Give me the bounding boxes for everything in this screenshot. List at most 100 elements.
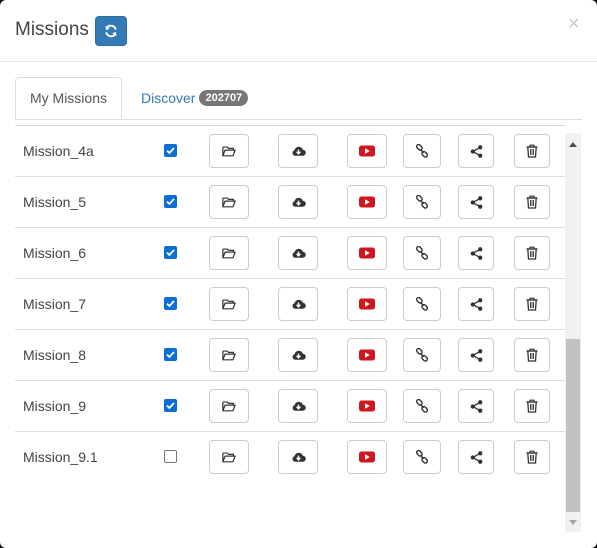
youtube-icon — [359, 247, 375, 259]
open-mission-button[interactable] — [209, 389, 249, 423]
cloud-download-icon — [291, 451, 306, 463]
mission-select-checkbox[interactable] — [164, 297, 177, 310]
delete-mission-button[interactable] — [514, 287, 550, 321]
download-mission-button[interactable] — [278, 440, 318, 474]
tab-bar: My Missions Discover 202707 — [15, 77, 582, 120]
link-icon — [415, 399, 429, 413]
copy-link-button[interactable] — [403, 134, 441, 168]
share-icon — [470, 450, 483, 464]
youtube-button[interactable] — [347, 440, 387, 474]
scroll-up-arrow[interactable] — [569, 142, 577, 147]
missions-modal: Missions × My Missions Discover 202707 M… — [0, 0, 597, 548]
open-mission-button[interactable] — [209, 440, 249, 474]
trash-icon — [526, 144, 538, 158]
delete-mission-button[interactable] — [514, 185, 550, 219]
download-mission-button[interactable] — [278, 287, 318, 321]
download-mission-button[interactable] — [278, 236, 318, 270]
copy-link-button[interactable] — [403, 389, 441, 423]
share-mission-button[interactable] — [458, 134, 494, 168]
delete-mission-button[interactable] — [514, 134, 550, 168]
open-mission-button[interactable] — [209, 185, 249, 219]
trash-icon — [526, 246, 538, 260]
discover-count-badge: 202707 — [199, 90, 249, 106]
youtube-icon — [359, 400, 375, 412]
trash-icon — [526, 399, 538, 413]
share-icon — [470, 144, 483, 158]
download-mission-button[interactable] — [278, 389, 318, 423]
mission-select-checkbox[interactable] — [164, 348, 177, 361]
folder-open-icon — [222, 451, 236, 463]
mission-row: Mission_6 — [15, 227, 565, 278]
mission-select-checkbox[interactable] — [164, 399, 177, 412]
cloud-download-icon — [291, 145, 306, 157]
folder-open-icon — [222, 247, 236, 259]
copy-link-button[interactable] — [403, 185, 441, 219]
copy-link-button[interactable] — [403, 440, 441, 474]
open-mission-button[interactable] — [209, 338, 249, 372]
share-mission-button[interactable] — [458, 440, 494, 474]
tab-my-missions[interactable]: My Missions — [15, 77, 122, 119]
cloud-download-icon — [291, 349, 306, 361]
share-mission-button[interactable] — [458, 236, 494, 270]
mission-select-checkbox[interactable] — [164, 195, 177, 208]
refresh-button[interactable] — [95, 16, 127, 46]
copy-link-button[interactable] — [403, 338, 441, 372]
delete-mission-button[interactable] — [514, 338, 550, 372]
mission-row: Mission_8 — [15, 329, 565, 380]
mission-name: Mission_5 — [23, 194, 87, 210]
download-mission-button[interactable] — [278, 338, 318, 372]
link-icon — [415, 195, 429, 209]
youtube-icon — [359, 451, 375, 463]
mission-list: Mission_4Mission_4aMission_5Mission_6Mis… — [15, 119, 565, 482]
share-mission-button[interactable] — [458, 185, 494, 219]
mission-select-checkbox[interactable] — [164, 144, 177, 157]
delete-mission-button[interactable] — [514, 440, 550, 474]
modal-title: Missions — [15, 19, 89, 40]
youtube-button[interactable] — [347, 236, 387, 270]
mission-select-checkbox[interactable] — [164, 450, 177, 463]
cloud-download-icon — [291, 298, 306, 310]
open-mission-button[interactable] — [209, 287, 249, 321]
mission-name: Mission_9 — [23, 398, 87, 414]
scroll-down-arrow[interactable] — [569, 520, 577, 525]
copy-link-button[interactable] — [403, 287, 441, 321]
open-mission-button[interactable] — [209, 134, 249, 168]
mission-row: Mission_4a — [15, 125, 565, 176]
mission-row: Mission_5 — [15, 176, 565, 227]
delete-mission-button[interactable] — [514, 236, 550, 270]
youtube-button[interactable] — [347, 287, 387, 321]
youtube-icon — [359, 349, 375, 361]
delete-mission-button[interactable] — [514, 389, 550, 423]
trash-icon — [526, 450, 538, 464]
download-mission-button[interactable] — [278, 185, 318, 219]
copy-link-button[interactable] — [403, 236, 441, 270]
share-mission-button[interactable] — [458, 338, 494, 372]
modal-header: Missions × — [0, 0, 597, 62]
mission-name: Mission_6 — [23, 245, 87, 261]
cloud-download-icon — [291, 196, 306, 208]
scrollbar-thumb[interactable] — [566, 339, 580, 512]
share-icon — [470, 348, 483, 362]
close-button[interactable]: × — [568, 14, 580, 34]
youtube-button[interactable] — [347, 389, 387, 423]
youtube-button[interactable] — [347, 134, 387, 168]
folder-open-icon — [222, 196, 236, 208]
share-mission-button[interactable] — [458, 389, 494, 423]
youtube-icon — [359, 196, 375, 208]
youtube-icon — [359, 145, 375, 157]
mission-select-checkbox[interactable] — [164, 246, 177, 259]
share-icon — [470, 246, 483, 260]
share-icon — [470, 399, 483, 413]
folder-open-icon — [222, 400, 236, 412]
trash-icon — [526, 348, 538, 362]
trash-icon — [526, 195, 538, 209]
open-mission-button[interactable] — [209, 236, 249, 270]
youtube-button[interactable] — [347, 338, 387, 372]
link-icon — [415, 450, 429, 464]
youtube-button[interactable] — [347, 185, 387, 219]
share-mission-button[interactable] — [458, 287, 494, 321]
scrollbar[interactable] — [565, 133, 581, 532]
download-mission-button[interactable] — [278, 134, 318, 168]
mission-list-viewport: Mission_4Mission_4aMission_5Mission_6Mis… — [15, 119, 565, 532]
tab-discover[interactable]: Discover 202707 — [141, 77, 249, 119]
